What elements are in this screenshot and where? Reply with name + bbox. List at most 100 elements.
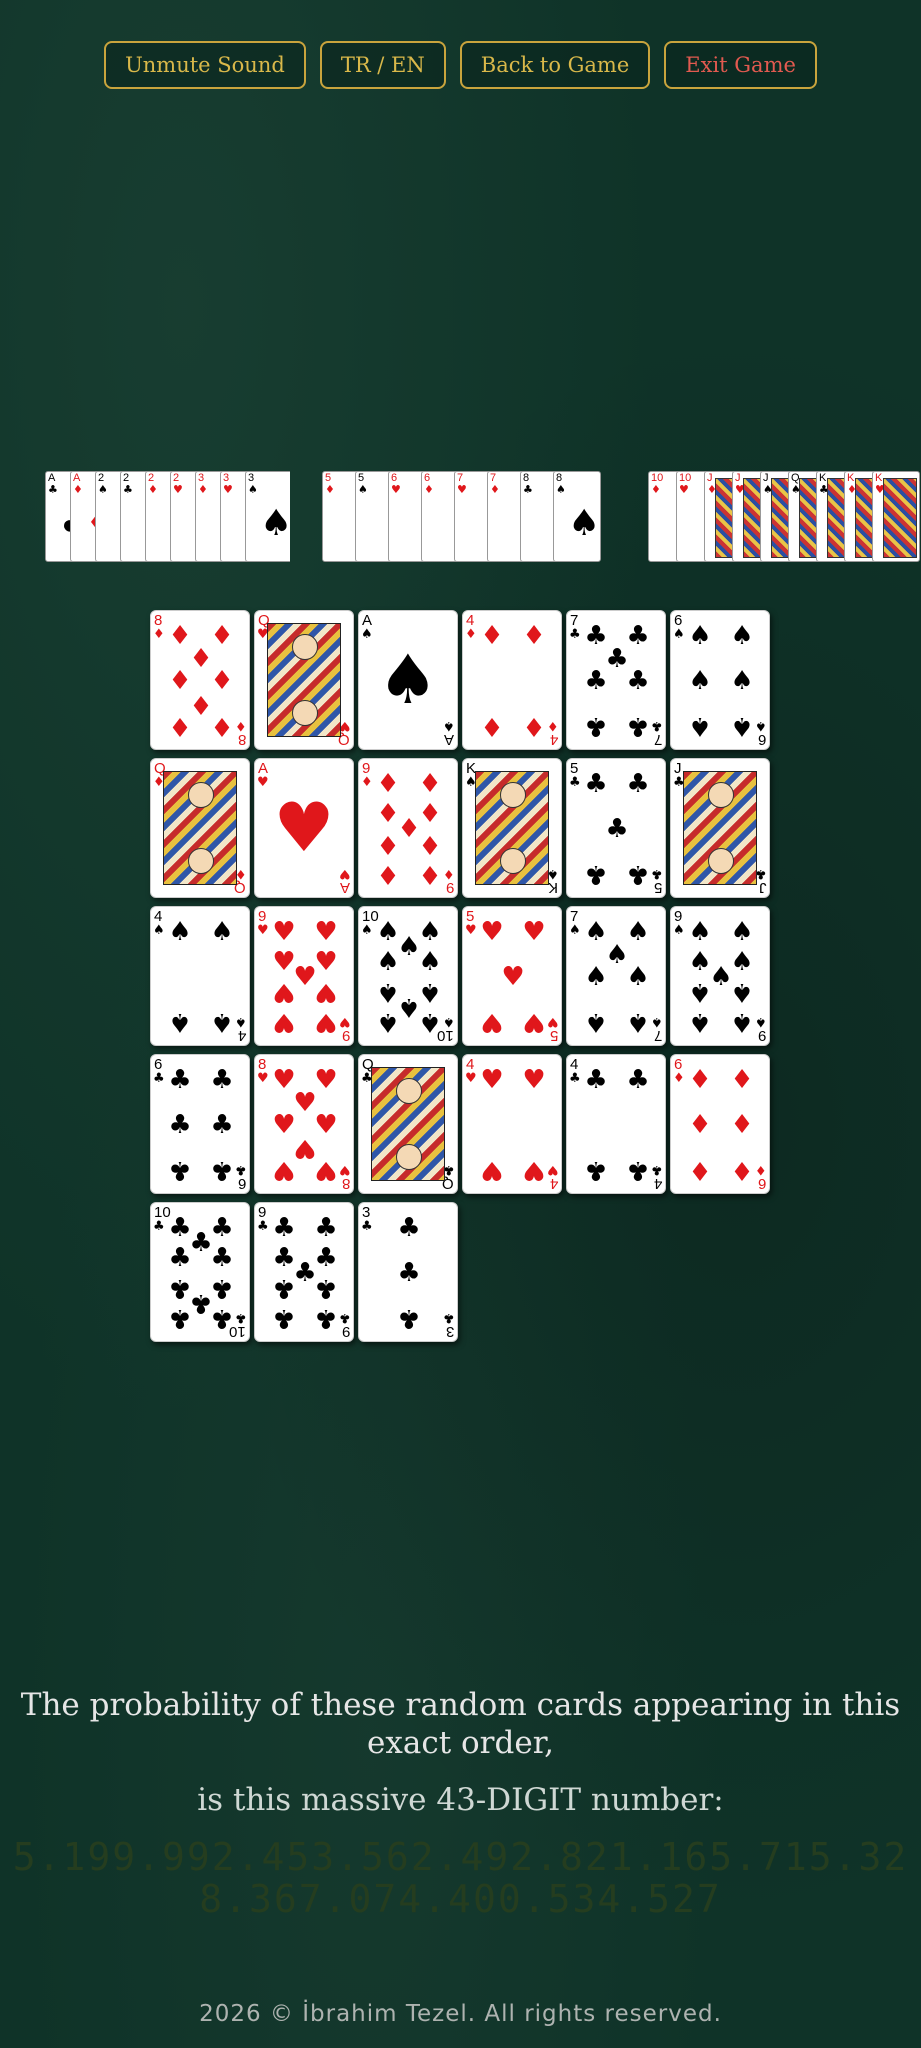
card-suit-icon: ♦: [465, 627, 477, 642]
card-pip-icon: ♣: [626, 859, 650, 889]
card-pip-icon: ♣: [584, 859, 608, 889]
probability-subtext: is this massive 43-DIGIT number:: [197, 1782, 724, 1818]
card-pip-icon: ♦: [522, 621, 546, 651]
playing-card[interactable]: 6 ♣ 6 ♣ ♣ ♣ ♣ ♣ ♣ ♣: [150, 1054, 250, 1194]
playing-card[interactable]: 7 ♠ 7 ♠ ♠ ♠ ♠ ♠ ♠ ♠ ♠: [566, 906, 666, 1046]
card-pip-icon: ♣: [397, 1258, 421, 1288]
card-suit-icon: ♠: [153, 923, 165, 938]
card-rank: 8: [154, 612, 163, 629]
card-pip-icon: ♣: [168, 1110, 192, 1140]
card-rank: 9: [757, 1027, 766, 1044]
card-pip-icon: ♠: [418, 946, 442, 977]
playing-card[interactable]: 4 ♠ 4 ♠ ♠ ♠ ♠ ♠: [150, 906, 250, 1046]
card-suit-icon: ♣: [123, 483, 133, 496]
card-pip-icon: ♣: [272, 1273, 296, 1304]
playing-card[interactable]: 4 ♦ 4 ♦ ♦ ♦ ♦ ♦: [462, 610, 562, 750]
playing-card[interactable]: 9 ♦ 9 ♦ ♦ ♦ ♦ ♦ ♦ ♦ ♦ ♦ ♦: [358, 758, 458, 898]
card-pip-icon: ♣: [272, 1213, 296, 1243]
card-suit-icon: ♥: [339, 1162, 351, 1177]
playing-card[interactable]: A ♥ A ♥ ♥: [254, 758, 354, 898]
court-head-icon: [292, 700, 318, 726]
card-pip-icon: ♠: [568, 503, 601, 544]
card-pip-icon: ♠: [210, 917, 234, 947]
card-pip-icon: ♥: [314, 977, 338, 1008]
card-rank: 4: [549, 731, 558, 748]
card-pips: ♠ ♠ ♠ ♠ ♠ ♠ ♠ ♠ ♠: [687, 917, 755, 1037]
card-suit-icon: ♦: [651, 483, 661, 496]
playing-card[interactable]: 10 ♠ 10 ♠ ♠ ♠ ♠ ♠ ♠ ♠ ♠ ♠ ♠ ♠: [358, 906, 458, 1046]
card-suit-icon: ♣: [755, 866, 767, 881]
card-pip-icon: ♠: [730, 1007, 754, 1037]
card-suit-icon: ♣: [339, 1310, 351, 1325]
card-suit-icon: ♦: [235, 718, 247, 733]
exit-game-button[interactable]: Exit Game: [664, 41, 817, 89]
card-suit-icon: ♦: [443, 866, 455, 881]
playing-card[interactable]: 6 ♠ 6 ♠ ♠ ♠ ♠ ♠ ♠ ♠: [670, 610, 770, 750]
card-suit-icon: ♦: [490, 483, 500, 496]
playing-card[interactable]: Q ♥ Q ♥: [254, 610, 354, 750]
playing-card[interactable]: J ♣ J ♣: [670, 758, 770, 898]
ace-pip-icon: ♠: [377, 641, 439, 720]
card-suit-icon: ♥: [457, 483, 467, 496]
court-head-icon: [396, 1078, 422, 1104]
playing-card[interactable]: 6 ♦ 6 ♦ ♦ ♦ ♦ ♦ ♦ ♦: [670, 1054, 770, 1194]
card-rank: 4: [549, 1175, 558, 1192]
playing-card[interactable]: K ♠ K ♠: [462, 758, 562, 898]
back-to-game-button[interactable]: Back to Game: [459, 41, 651, 89]
card-suit-icon: ♥: [257, 923, 269, 938]
card-pips: ♥ ♥ ♥ ♥ ♥ ♥ ♥ ♥ ♥: [271, 917, 339, 1037]
card-pip-icon: ♣: [210, 1065, 234, 1095]
playing-card[interactable]: 4 ♣ 4 ♣ ♣ ♣ ♣ ♣: [566, 1054, 666, 1194]
card-suit-icon: ♥: [547, 1162, 559, 1177]
card-rank: 9: [341, 1027, 350, 1044]
court-figure-icon: [475, 771, 549, 885]
card-suit-icon: ♠: [248, 483, 258, 496]
card-pips: ♣ ♣ ♣ ♣ ♣ ♣ ♣ ♣ ♣ ♣: [167, 1215, 235, 1333]
card-suit-icon: ♠: [358, 483, 368, 496]
card-pip-icon: ♦: [376, 859, 400, 889]
playing-card[interactable]: 4 ♥ 4 ♥ ♥ ♥ ♥ ♥: [462, 1054, 562, 1194]
card-pip-icon: ♣: [210, 1110, 234, 1140]
card-pip-icon: ♥: [314, 917, 338, 947]
language-toggle-button[interactable]: TR / EN: [319, 41, 446, 89]
playing-card[interactable]: 7 ♣ 7 ♣ ♣ ♣ ♣ ♣ ♣ ♣ ♣: [566, 610, 666, 750]
playing-card[interactable]: 5 ♥ 5 ♥ ♥ ♥ ♥ ♥ ♥: [462, 906, 562, 1046]
card-pip-icon: ♣: [626, 1155, 650, 1185]
card-pip-icon: ♠: [730, 666, 754, 696]
card-suit-icon: ♣: [523, 483, 533, 496]
card-suit-icon: ♠: [235, 1014, 247, 1029]
card-suit-icon: ♦: [361, 775, 373, 790]
probability-text: The probability of these random cards ap…: [20, 1687, 901, 1761]
card-rank: 3: [445, 1323, 454, 1340]
playing-card[interactable]: Q ♦ Q ♦: [150, 758, 250, 898]
card-pip-icon: ♦: [730, 1155, 754, 1185]
playing-card[interactable]: 8 ♦ 8 ♦ ♦ ♦ ♦ ♦ ♦ ♦ ♦ ♦: [150, 610, 250, 750]
playing-card[interactable]: 5 ♣ 5 ♣ ♣ ♣ ♣ ♣ ♣: [566, 758, 666, 898]
playing-card[interactable]: 8 ♥ 8 ♥ ♥ ♥ ♥ ♥ ♥ ♥ ♥ ♥: [254, 1054, 354, 1194]
card-pip-icon: ♣: [584, 711, 608, 741]
card-pip-icon: ♠: [688, 666, 712, 696]
card-suit-icon: ♠: [569, 923, 581, 938]
court-head-icon: [500, 848, 526, 874]
playing-card[interactable]: 10 ♣ 10 ♣ ♣ ♣ ♣ ♣ ♣ ♣ ♣ ♣ ♣ ♣: [150, 1202, 250, 1342]
card-pip-icon: ♠: [688, 711, 712, 741]
card-pip-icon: ♠: [730, 977, 754, 1008]
card-suit-icon: ♣: [651, 718, 663, 733]
playing-card[interactable]: Q ♣ Q ♣: [358, 1054, 458, 1194]
card-rank: 5: [570, 760, 579, 777]
card-pip-icon: ♠: [260, 503, 290, 544]
card-pips: ♦ ♦ ♦ ♦ ♦ ♦ ♦ ♦ ♦: [375, 771, 443, 889]
playing-card[interactable]: A ♠ A ♠ ♠: [358, 610, 458, 750]
playing-card[interactable]: 9 ♠ 9 ♠ ♠ ♠ ♠ ♠ ♠ ♠ ♠ ♠ ♠: [670, 906, 770, 1046]
card-pip-icon: ♣: [168, 1242, 192, 1273]
card-pip-icon: ♠: [688, 917, 712, 947]
playing-card[interactable]: 9 ♥ 9 ♥ ♥ ♥ ♥ ♥ ♥ ♥ ♥ ♥ ♥: [254, 906, 354, 1046]
card-pip-icon: ♠: [730, 711, 754, 741]
mini-card: 3 ♠ ♠: [245, 471, 290, 562]
unmute-sound-button[interactable]: Unmute Sound: [104, 41, 306, 89]
playing-card[interactable]: 9 ♣ 9 ♣ ♣ ♣ ♣ ♣ ♣ ♣ ♣ ♣ ♣: [254, 1202, 354, 1342]
card-pip-icon: ♦: [418, 859, 442, 889]
playing-card[interactable]: 3 ♣ 3 ♣ ♣ ♣ ♣: [358, 1202, 458, 1342]
card-rank: A: [362, 612, 373, 629]
card-pip-icon: ♠: [730, 621, 754, 651]
